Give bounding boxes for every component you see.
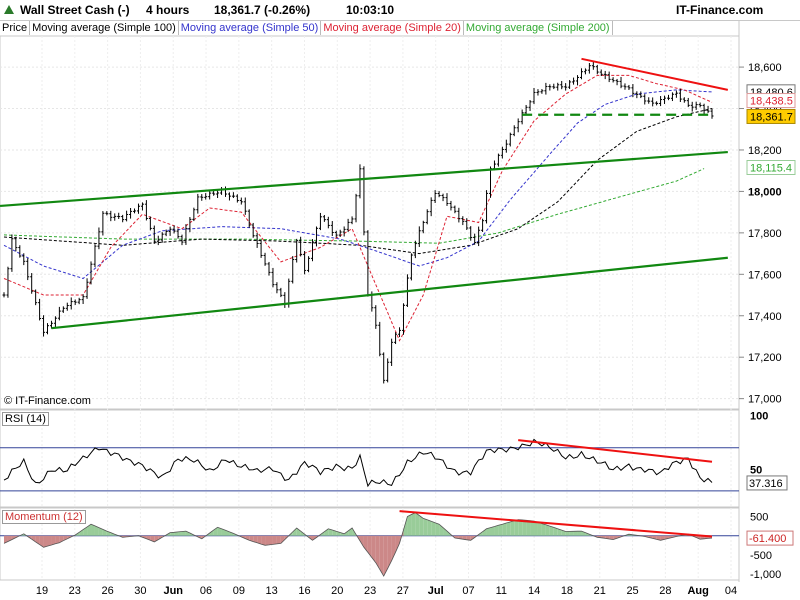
momentum-area-segment: [407, 514, 412, 536]
momentum-area-segment: [506, 521, 511, 536]
x-tick-label: 06: [200, 585, 212, 597]
price-tick-label: 17,200: [748, 352, 782, 364]
momentum-area-segment: [276, 535, 281, 544]
price-tick-label: 17,400: [748, 311, 782, 323]
momentum-tick-label: -500: [750, 550, 772, 562]
value-tags: 18,480.618,438.518,361.718,115.4: [746, 84, 796, 176]
momentum-area-segment: [569, 531, 574, 536]
momentum-area-segment: [415, 512, 420, 536]
momentum-tick-label: 500: [750, 511, 768, 523]
momentum-area-segment: [411, 512, 416, 536]
momentum-area-segment: [514, 519, 519, 536]
value-tag-label: 18,115.4: [750, 163, 792, 175]
price-tick-label: 17,800: [748, 228, 782, 240]
x-tick-label: 20: [331, 585, 343, 597]
watermark: © IT-Finance.com: [4, 395, 91, 407]
price-tick-label: 18,200: [748, 145, 782, 157]
momentum-area-segment: [47, 535, 52, 547]
price-pane[interactable]: [0, 35, 740, 410]
momentum-area-segment: [427, 519, 432, 536]
x-tick-label: 26: [101, 585, 113, 597]
x-tick-label: 19: [36, 585, 48, 597]
momentum-tick-label: -1,000: [750, 569, 781, 581]
x-tick-label: Jun: [163, 585, 183, 597]
x-tick-label: 27: [397, 585, 409, 597]
price-tick-label: 17,600: [748, 269, 782, 281]
momentum-area-segment: [577, 531, 582, 536]
momentum-area-segment: [435, 522, 440, 536]
x-tick-label: 14: [528, 585, 540, 597]
x-tick-label: Jul: [428, 585, 444, 597]
y-axis-labels: 18,60018,40018,20018,00017,80017,60017,4…: [739, 62, 782, 581]
x-axis-labels: 19 23 26 30 Jun 06 09 13 16 20 23 27 Jul 07 11 14 18 21 25…: [36, 585, 737, 597]
momentum-area-segment: [490, 526, 495, 536]
x-tick-label: 23: [364, 585, 376, 597]
momentum-area-segment: [545, 524, 550, 536]
x-tick-label: 09: [233, 585, 245, 597]
x-tick-label: 28: [659, 585, 671, 597]
x-tick-label: 25: [626, 585, 638, 597]
x-tick-label: 18: [561, 585, 573, 597]
x-tick-label: 21: [594, 585, 606, 597]
x-tick-label: 13: [266, 585, 278, 597]
momentum-area-segment: [537, 522, 542, 536]
x-tick-label: 16: [298, 585, 310, 597]
momentum-area-segment: [431, 521, 436, 536]
price-tick-label: 17,000: [748, 394, 782, 406]
momentum-value-tag: -61.400: [749, 533, 786, 545]
momentum-area-segment: [272, 535, 277, 545]
momentum-area-segment: [498, 524, 503, 536]
momentum-area-segment: [419, 515, 424, 536]
momentum-area-segment: [502, 523, 507, 536]
value-tag-label: 18,361.7: [750, 111, 793, 123]
x-tick-label: 11: [496, 585, 507, 597]
momentum-area-segment: [494, 525, 499, 536]
x-tick-label: Aug: [687, 585, 708, 597]
rsi-title[interactable]: RSI (14): [2, 412, 49, 426]
chart-canvas[interactable]: 18,60018,40018,20018,00017,80017,60017,4…: [0, 0, 800, 600]
price-tick-label: 18,000: [748, 186, 782, 198]
price-tick-label: 18,600: [748, 62, 782, 74]
momentum-area-segment: [265, 535, 270, 546]
value-tag-label: 18,438.5: [750, 96, 793, 108]
x-tick-label: 30: [134, 585, 146, 597]
x-tick-label: 04: [725, 585, 737, 597]
x-tick-label: 07: [462, 585, 474, 597]
rsi-tick-label: 50: [750, 464, 762, 476]
x-tick-label: 23: [69, 585, 81, 597]
momentum-area-segment: [269, 535, 273, 545]
rsi-tick-label: 100: [750, 410, 768, 422]
momentum-area-segment: [43, 535, 48, 548]
momentum-title[interactable]: Momentum (12): [2, 510, 86, 524]
momentum-area-segment: [565, 531, 570, 536]
rsi-pane[interactable]: [0, 409, 740, 508]
rsi-value-tag: 37.316: [749, 478, 783, 490]
momentum-area-segment: [573, 531, 578, 536]
momentum-area-segment: [541, 523, 546, 536]
momentum-area-segment: [423, 518, 428, 536]
momentum-area-segment: [510, 520, 515, 536]
